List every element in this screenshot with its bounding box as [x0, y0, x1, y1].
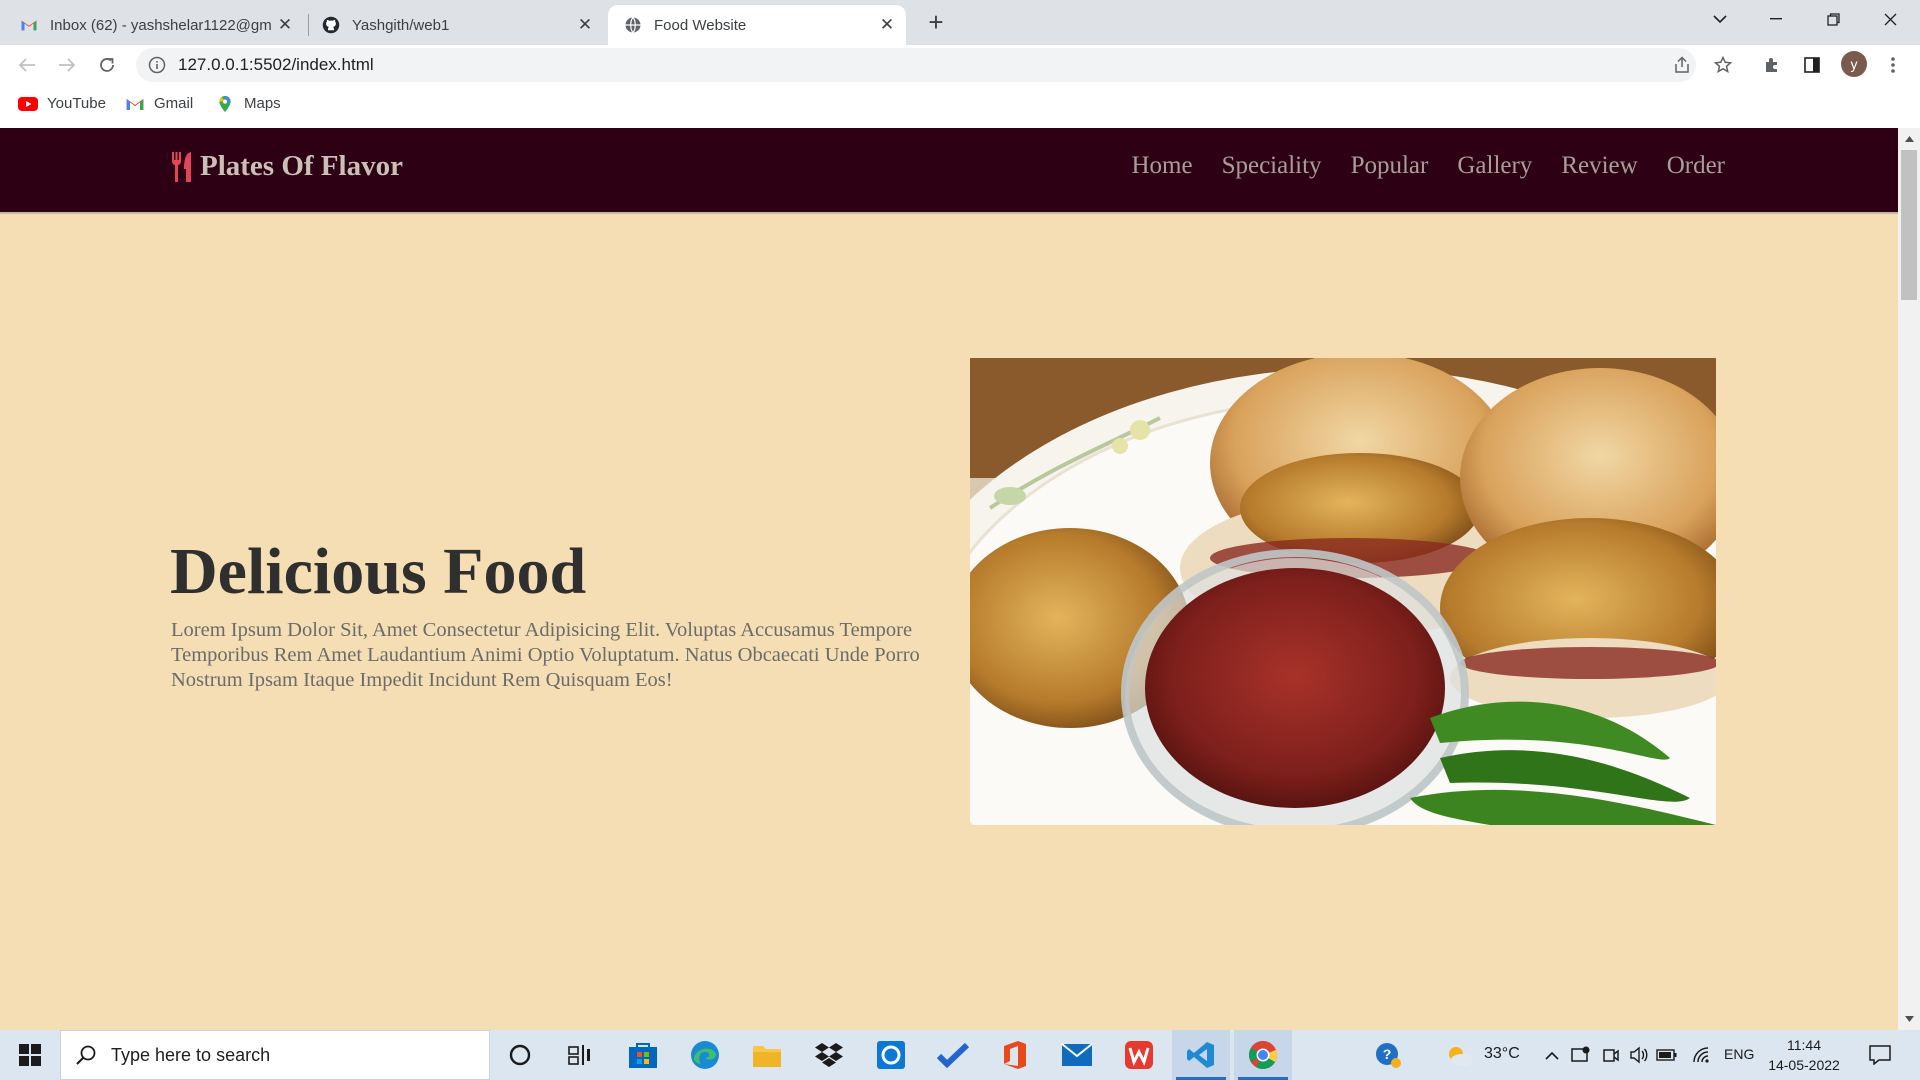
battery-icon[interactable]: [1653, 1030, 1681, 1080]
share-icon[interactable]: [1670, 53, 1694, 77]
bookmark-label: Gmail: [154, 95, 194, 112]
tab-divider: [308, 14, 309, 36]
edge-icon[interactable]: [676, 1030, 734, 1080]
vscode-icon[interactable]: [1172, 1030, 1230, 1080]
tab-gmail[interactable]: Inbox (62) - yashshelar1122@gm ✕: [20, 5, 304, 45]
bookmark-youtube[interactable]: YouTube: [18, 95, 106, 112]
search-icon: [76, 1045, 96, 1065]
clock-time: 11:44: [1787, 1037, 1821, 1053]
tab-strip: Inbox (62) - yashshelar1122@gm ✕ Yashgit…: [0, 0, 1920, 45]
site-info-icon[interactable]: [148, 56, 166, 74]
hero-title: Delicious Food: [170, 535, 587, 608]
page-scrollbar[interactable]: [1898, 128, 1920, 1030]
weather-icon[interactable]: [1440, 1030, 1478, 1080]
close-window-icon[interactable]: [1862, 0, 1918, 38]
hero-description: Lorem Ipsum Dolor Sit, Amet Consectetur …: [171, 619, 920, 691]
mail-icon[interactable]: [1048, 1030, 1106, 1080]
url-text: 127.0.0.1:5502/index.html: [178, 55, 374, 74]
tab-title: Yashgith/web1: [352, 16, 450, 34]
search-placeholder: Type here to search: [111, 1044, 271, 1065]
app-blue-icon[interactable]: [862, 1030, 920, 1080]
taskbar-search[interactable]: Type here to search: [60, 1030, 490, 1080]
site-header: Plates Of Flavor Home Speciality Popular…: [0, 128, 1898, 214]
windows-taskbar: Type here to search ? 33°C ENG 11:44 14-…: [0, 1030, 1920, 1080]
weather-temperature[interactable]: 33°C: [1484, 1045, 1520, 1063]
address-bar[interactable]: 127.0.0.1:5502/index.html: [136, 48, 1696, 82]
tray-app-icon[interactable]: [1567, 1030, 1595, 1080]
minimize-icon[interactable]: [1748, 0, 1804, 38]
dropbox-icon[interactable]: [800, 1030, 858, 1080]
scrollbar-thumb[interactable]: [1901, 150, 1917, 300]
scroll-up-arrow-icon[interactable]: [1898, 130, 1920, 148]
task-view-icon[interactable]: [551, 1030, 609, 1080]
github-icon: [322, 16, 340, 34]
back-icon[interactable]: [13, 51, 41, 79]
nav-link-order[interactable]: Order: [1667, 152, 1725, 180]
meet-now-icon[interactable]: [1597, 1030, 1625, 1080]
globe-icon: [625, 17, 641, 33]
bookmark-gmail[interactable]: Gmail: [125, 95, 193, 112]
bookmark-label: YouTube: [47, 95, 106, 112]
new-tab-button[interactable]: +: [922, 7, 950, 37]
nav-link-home[interactable]: Home: [1131, 152, 1192, 180]
microsoft-store-icon[interactable]: [614, 1030, 672, 1080]
wps-office-icon[interactable]: [1110, 1030, 1168, 1080]
todo-icon[interactable]: [924, 1030, 982, 1080]
bookmarks-bar: YouTube Gmail Maps: [0, 85, 1920, 128]
notifications-icon[interactable]: [1852, 1030, 1908, 1080]
help-icon[interactable]: ?: [1368, 1030, 1408, 1080]
nav-link-popular[interactable]: Popular: [1351, 152, 1429, 180]
bookmark-star-icon[interactable]: [1711, 53, 1735, 77]
tab-title: Food Website: [654, 16, 747, 34]
bookmark-maps[interactable]: Maps: [215, 95, 281, 112]
vada-pav-illustration: [970, 358, 1716, 825]
tab-title: Inbox (62) - yashshelar1122@gm: [50, 16, 272, 34]
nav-link-review[interactable]: Review: [1561, 152, 1637, 180]
tab-food-website[interactable]: Food Website ✕: [608, 5, 906, 45]
utensils-icon: [172, 151, 191, 182]
cortana-icon[interactable]: [491, 1030, 549, 1080]
close-tab-icon[interactable]: ✕: [274, 14, 296, 36]
bookmark-label: Maps: [244, 95, 281, 112]
logo-text: Plates Of Flavor: [200, 150, 403, 182]
browser-toolbar: 127.0.0.1:5502/index.html: [0, 45, 1920, 85]
gmail-icon: [21, 20, 37, 31]
nav-link-speciality[interactable]: Speciality: [1222, 152, 1322, 180]
forward-icon[interactable]: [53, 51, 81, 79]
office-icon[interactable]: [986, 1030, 1044, 1080]
svg-text:?: ?: [1383, 1046, 1392, 1062]
maps-icon: [219, 95, 231, 112]
volume-icon[interactable]: [1625, 1030, 1653, 1080]
youtube-icon: [18, 96, 38, 111]
menu-kebab-icon[interactable]: [1879, 51, 1907, 79]
file-explorer-icon[interactable]: [738, 1030, 796, 1080]
clock-date: 14-05-2022: [1768, 1057, 1840, 1073]
scroll-down-arrow-icon[interactable]: [1898, 1010, 1920, 1028]
windows-logo-icon: [19, 1044, 41, 1066]
tab-search-icon[interactable]: [1692, 0, 1748, 38]
side-panel-icon[interactable]: [1798, 51, 1826, 79]
page-viewport: Plates Of Flavor Home Speciality Popular…: [0, 128, 1898, 1030]
tab-github[interactable]: Yashgith/web1 ✕: [322, 5, 604, 45]
chrome-icon[interactable]: [1234, 1030, 1292, 1080]
nav-link-gallery[interactable]: Gallery: [1457, 152, 1532, 180]
reload-icon[interactable]: [93, 51, 121, 79]
restore-icon[interactable]: [1805, 0, 1861, 38]
close-tab-icon[interactable]: ✕: [876, 14, 898, 36]
gmail-icon: [126, 98, 144, 110]
profile-avatar[interactable]: y: [1841, 51, 1867, 77]
clock[interactable]: 11:44 14-05-2022: [1762, 1035, 1846, 1075]
extensions-icon[interactable]: [1758, 51, 1786, 79]
wifi-icon[interactable]: [1688, 1030, 1716, 1080]
language-indicator[interactable]: ENG: [1724, 1046, 1754, 1062]
start-button[interactable]: [0, 1030, 60, 1080]
hero-image: [970, 358, 1716, 825]
main-nav: Home Speciality Popular Gallery Review O…: [1102, 152, 1725, 180]
close-tab-icon[interactable]: ✕: [574, 14, 596, 36]
tray-chevron-up-icon[interactable]: [1539, 1030, 1565, 1080]
site-logo[interactable]: Plates Of Flavor: [170, 150, 403, 183]
